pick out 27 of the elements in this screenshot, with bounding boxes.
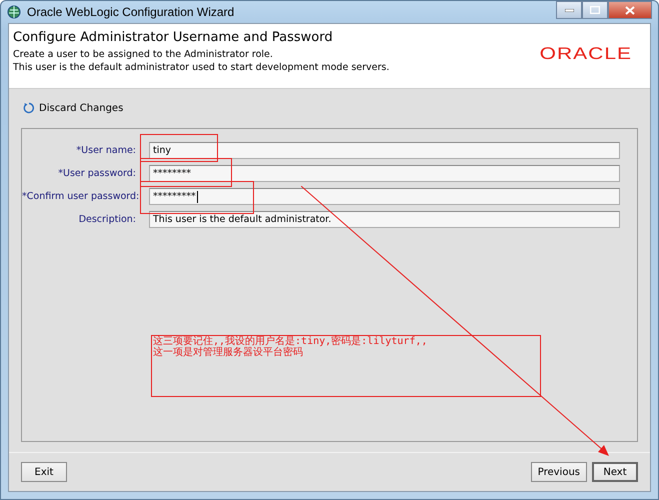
wizard-button[interactable]: Previous xyxy=(530,462,587,482)
maximize-button[interactable] xyxy=(582,1,608,19)
page-description: This user is the default administrator used to start development mode servers. xyxy=(13,61,390,74)
annotation-text: 这三项要记住,,我设的用户名是:tiny,密码是:lilyturf,, xyxy=(153,336,428,347)
input-field[interactable]: This user is the default administrator. xyxy=(149,211,620,228)
annotation-text: 这一项是对管理服务器设平台密码 xyxy=(153,347,304,358)
field-label: *Confirm user password: xyxy=(22,191,136,202)
page-title: Configure Administrator Username and Password xyxy=(13,30,334,45)
field-label: *User password: xyxy=(57,168,136,179)
field-label: Description: xyxy=(78,214,136,225)
maximize-icon xyxy=(590,6,600,14)
refresh-icon xyxy=(23,102,35,114)
window-title: Oracle WebLogic Configuration Wizard xyxy=(27,5,234,19)
discard-changes-link[interactable]: Discard Changes xyxy=(23,102,124,114)
logo: ORACLE xyxy=(540,44,632,64)
exit-button[interactable]: Exit xyxy=(21,462,67,482)
input-field[interactable]: tiny xyxy=(149,142,620,159)
input-field[interactable]: ********* xyxy=(149,188,620,205)
page-description: Create a user to be assigned to the Administrator role. xyxy=(13,48,274,61)
field-label: *User name: xyxy=(75,145,136,156)
globe-icon xyxy=(7,5,21,19)
minimize-icon xyxy=(564,8,574,12)
close-icon xyxy=(625,6,635,14)
input-field[interactable]: ******** xyxy=(149,165,620,182)
wizard-button[interactable]: Next xyxy=(592,462,638,482)
minimize-button[interactable] xyxy=(556,1,582,19)
close-button[interactable] xyxy=(608,1,652,19)
